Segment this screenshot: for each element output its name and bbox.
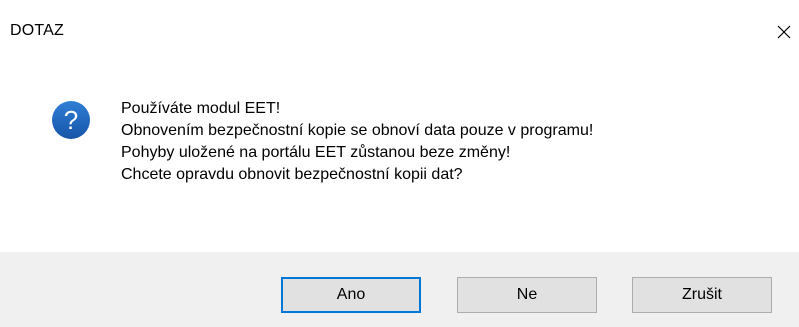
title-bar: DOTAZ <box>0 0 799 66</box>
message-text: Používáte modul EET! Obnovením bezpečnos… <box>121 98 593 186</box>
close-button[interactable] <box>769 12 799 52</box>
question-glyph: ? <box>64 105 78 135</box>
message-line: Pohyby uložené na portálu EET zůstanou b… <box>121 144 511 161</box>
message-line: Chcete opravdu obnovit bezpečnostní kopi… <box>121 166 463 183</box>
dialog-body: ? Používáte modul EET! Obnovením bezpečn… <box>0 66 799 252</box>
message-dialog: DOTAZ ? Používáte modul EET! Obnovením b… <box>0 0 799 327</box>
no-button[interactable]: Ne <box>457 277 597 313</box>
dialog-title: DOTAZ <box>10 22 65 39</box>
close-icon <box>777 25 791 39</box>
yes-button[interactable]: Ano <box>281 277 421 313</box>
message-line: Obnovením bezpečnostní kopie se obnoví d… <box>121 122 594 139</box>
cancel-button[interactable]: Zrušit <box>632 277 772 313</box>
question-icon: ? <box>52 101 90 139</box>
message-line: Používáte modul EET! <box>121 100 281 117</box>
button-bar: Ano Ne Zrušit <box>0 252 799 327</box>
